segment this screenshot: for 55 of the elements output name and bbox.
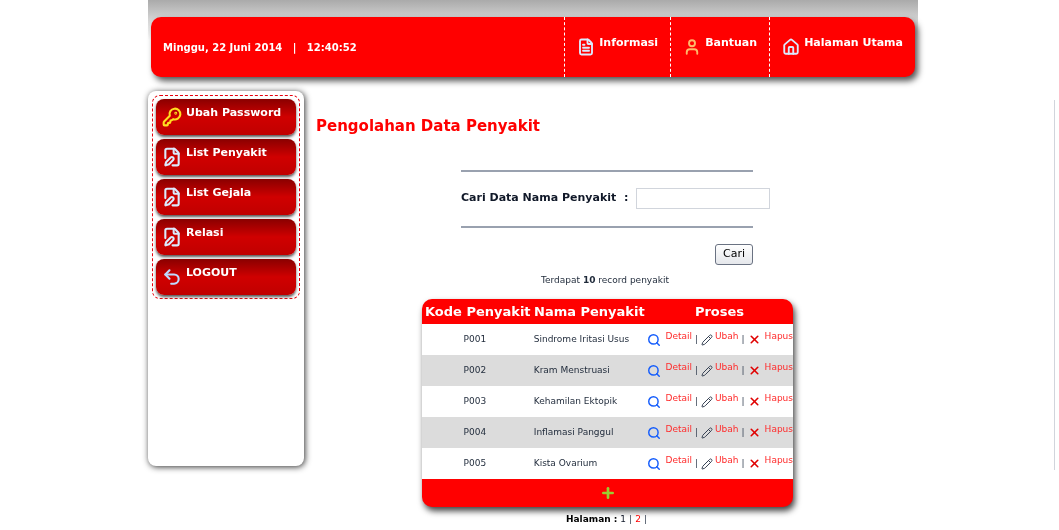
detail-link[interactable]: Detail [665, 329, 692, 344]
delete-link[interactable]: Hapus [764, 391, 793, 406]
delete-link[interactable]: Hapus [764, 360, 793, 375]
table-cell-text: Kista Ovarium [532, 456, 599, 470]
separator: | [643, 513, 647, 526]
column-header: Nama Penyakit [533, 302, 646, 321]
table-cell-text: Kehamilan Ektopik [532, 394, 619, 408]
table-cell-text: Kram Menstruasi [532, 363, 611, 377]
sidebar-menu-item[interactable]: Ubah Password [156, 99, 296, 135]
separator: | [695, 394, 699, 408]
page-link[interactable]: 2 [635, 513, 641, 527]
separator: | [741, 363, 745, 377]
page-title: Pengolahan Data Penyakit [316, 116, 541, 137]
table-cell-text: P001 [462, 332, 488, 346]
record-count: Terdapat 10 record penyakit [541, 273, 670, 287]
separator: | [695, 425, 699, 439]
search-label: Cari Data Nama Penyakit : [461, 190, 629, 207]
separator: | [695, 332, 699, 346]
separator: | [741, 394, 745, 408]
table-cell-text: P005 [462, 456, 488, 470]
edit-link[interactable]: Ubah [715, 360, 739, 375]
detail-link[interactable]: Detail [665, 453, 692, 468]
delete-link[interactable]: Hapus [764, 422, 793, 437]
detail-link[interactable]: Detail [665, 360, 692, 375]
detail-link[interactable]: Detail [665, 422, 692, 437]
separator: | [629, 513, 633, 526]
edit-link[interactable]: Ubah [715, 453, 739, 468]
date-time: Minggu, 22 Juni 2014 | 12:40:52 [163, 40, 358, 55]
detail-link[interactable]: Detail [665, 391, 692, 406]
separator: | [741, 332, 745, 346]
sidebar-menu-item[interactable]: LOGOUT [156, 259, 296, 295]
edit-link[interactable]: Ubah [715, 329, 739, 344]
edit-link[interactable]: Ubah [715, 422, 739, 437]
column-header: Proses [693, 302, 746, 321]
table-cell-text: P003 [462, 394, 488, 408]
table-cell-text: Inflamasi Panggul [532, 425, 615, 439]
separator: | [741, 456, 745, 470]
separator: | [695, 363, 699, 377]
separator: | [741, 425, 745, 439]
nav-link[interactable]: Informasi [564, 17, 671, 77]
pagination-label: Halaman : [566, 513, 618, 526]
edit-link[interactable]: Ubah [715, 391, 739, 406]
table-cell-text: Sindrome Iritasi Usus [532, 332, 631, 346]
nav-link[interactable]: Bantuan [670, 17, 770, 77]
sidebar-menu-item[interactable]: List Penyakit [156, 139, 296, 175]
delete-link[interactable]: Hapus [764, 453, 793, 468]
sidebar-menu-item[interactable]: List Gejala [156, 179, 296, 215]
sidebar-menu-item[interactable]: Relasi [156, 219, 296, 255]
delete-link[interactable]: Hapus [764, 329, 793, 344]
page-link[interactable]: 1 [620, 513, 627, 527]
search-button[interactable]: Cari [715, 243, 753, 265]
separator: | [695, 456, 699, 470]
table-cell-text: P004 [462, 425, 488, 439]
nav-link[interactable]: Halaman Utama [769, 17, 915, 77]
table-cell-text: P002 [462, 363, 488, 377]
